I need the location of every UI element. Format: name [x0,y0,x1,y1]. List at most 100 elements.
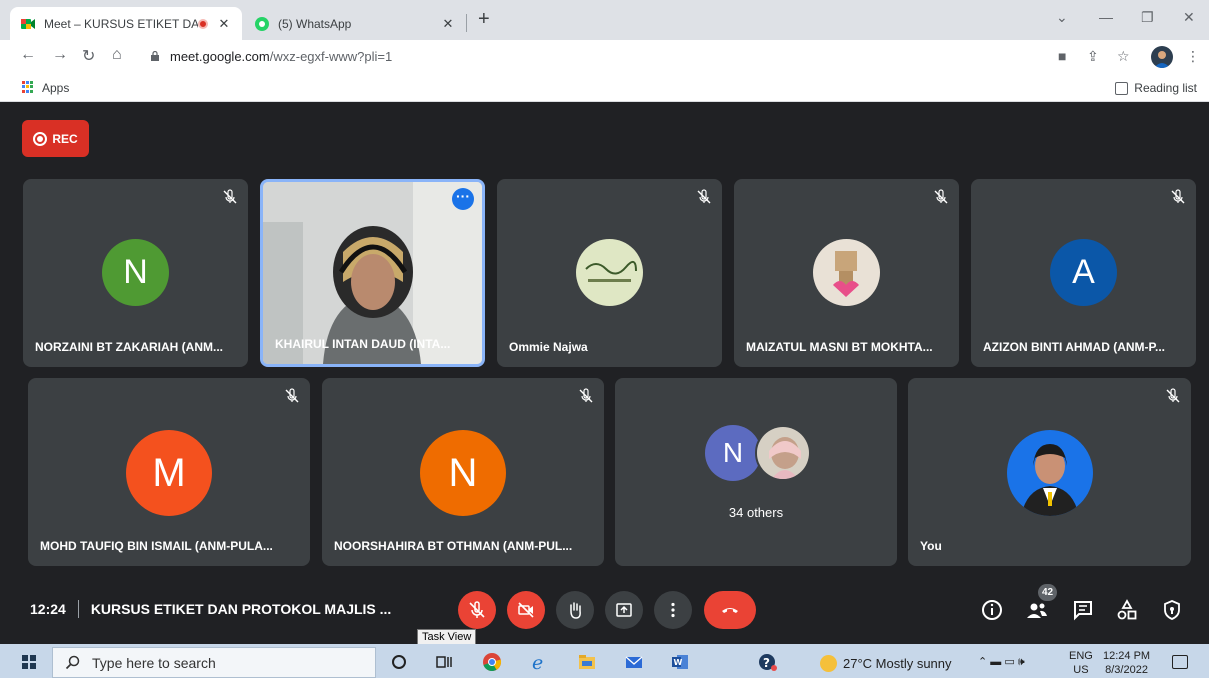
toggle-camera-button[interactable] [507,591,545,629]
edge-legacy-icon[interactable]: e [530,652,550,672]
cortana-icon[interactable] [389,652,409,672]
back-icon[interactable]: ← [20,46,36,64]
mic-off-icon [1166,388,1180,403]
minimize-icon[interactable]: — [1099,9,1113,25]
calligraphy-avatar-image [576,239,643,306]
participant-tile[interactable]: Ommie Najwa [497,179,722,367]
mail-icon[interactable] [624,652,644,672]
camera-off-icon [518,602,534,618]
weather-widget[interactable]: 27°C Mostly sunny [820,655,952,672]
new-tab-button[interactable]: + [478,8,490,31]
participant-tile[interactable]: MAIZATUL MASNI BT MOKHTA... [734,179,959,367]
chrome-icon[interactable] [482,652,502,672]
system-tray-icons[interactable]: ⌃ ▬ ▭ 🕪 [978,655,1025,669]
participant-name: KHAIRUL INTAN DAUD (INTA... [275,337,451,351]
input-language[interactable]: ENG US [1069,649,1093,677]
meeting-info-icon[interactable] [980,598,1004,622]
svg-text:W: W [674,658,683,667]
reload-icon[interactable]: ↻ [82,46,95,66]
tab-search-icon[interactable]: ⌄ [1056,9,1068,26]
task-view-tooltip: Task View [417,629,477,645]
reading-list-icon [1115,81,1129,95]
tab-whatsapp[interactable]: (5) WhatsApp ✕ [244,7,466,40]
svg-text:?: ? [763,656,770,670]
more-vert-icon [671,602,675,618]
others-tile[interactable]: N 34 others [615,378,897,566]
leave-call-button[interactable] [704,591,756,629]
windows-start-icon[interactable] [22,655,36,669]
avatar: M [126,430,212,516]
participant-tile[interactable]: N NORZAINI BT ZAKARIAH (ANM... [23,179,248,367]
avatar-letter: N [123,253,148,291]
participant-count-badge: 42 [1038,584,1057,601]
people-icon[interactable] [1025,598,1049,622]
meeting-time: 12:24 [30,601,66,617]
others-count-label: 34 others [728,505,784,520]
reading-list-label: Reading list [1134,81,1197,95]
taskbar-search-box[interactable]: Type here to search [52,647,376,678]
tab-close-button[interactable]: ✕ [216,16,232,32]
profile-photo-icon [1154,51,1170,68]
weather-text: 27°C Mostly sunny [843,656,952,671]
mic-off-icon [579,388,593,403]
participant-name: NOORSHAHIRA BT OTHMAN (ANM-PUL... [334,539,573,553]
avatar: N [420,430,506,516]
participant-tile[interactable]: N NOORSHAHIRA BT OTHMAN (ANM-PUL... [322,378,604,566]
profile-avatar[interactable] [1151,46,1173,68]
apps-bookmark[interactable]: Apps [42,81,69,95]
close-window-icon[interactable]: ✕ [1183,9,1195,26]
activities-icon[interactable] [1115,598,1139,622]
region-code: US [1073,664,1089,676]
lock-icon[interactable] [150,51,160,61]
self-tile[interactable]: You [908,378,1191,566]
participant-tile-active-speaker[interactable]: ··· KHAIRUL INTAN DAUD (INTA... [260,179,485,367]
browser-menu-icon[interactable]: ⋮ [1186,48,1200,65]
partly-sunny-icon [820,655,837,672]
participant-tile[interactable]: M MOHD TAUFIQ BIN ISMAIL (ANM-PULA... [28,378,310,566]
meeting-title: KURSUS ETIKET DAN PROTOKOL MAJLIS ... [90,601,392,617]
taskbar-clock[interactable]: 12:24 PM 8/3/2022 [1103,649,1150,677]
recording-badge[interactable]: REC [22,120,89,157]
rec-label: REC [52,131,78,146]
avatar: A [1050,239,1117,306]
share-icon[interactable]: ⇪ [1087,48,1099,65]
notification-center-icon[interactable] [1172,655,1188,669]
forward-icon[interactable]: → [52,46,68,64]
home-icon[interactable]: ⌂ [112,46,122,64]
recording-indicator-icon [198,18,208,29]
avatar [813,239,880,306]
tab-meet[interactable]: Meet – KURSUS ETIKET DAN ✕ [10,7,242,40]
restore-icon[interactable]: ❐ [1141,9,1154,26]
camera-in-use-icon[interactable]: ■ [1058,48,1066,64]
self-photo-icon [1007,430,1093,516]
bookmark-star-icon[interactable]: ☆ [1117,48,1130,65]
reading-list-button[interactable]: Reading list [1115,81,1197,95]
more-options-button[interactable] [654,591,692,629]
host-controls-shield-icon[interactable] [1160,598,1184,622]
participant-name: MOHD TAUFIQ BIN ISMAIL (ANM-PULA... [40,539,273,553]
box-figure-avatar-image [813,239,880,306]
toggle-mic-button[interactable] [458,591,496,629]
participant-tile[interactable]: A AZIZON BINTI AHMAD (ANM-P... [971,179,1196,367]
avatar [755,425,811,481]
whatsapp-favicon-icon [255,16,269,31]
present-screen-button[interactable] [605,591,643,629]
chat-icon[interactable] [1071,598,1095,622]
search-icon [65,655,80,670]
apps-grid-icon[interactable] [22,81,34,93]
tab-close-button[interactable]: ✕ [440,16,456,32]
raise-hand-button[interactable] [556,591,594,629]
address-bar[interactable]: meet.google.com/wxz-egxf-www?pli=1 [170,49,392,64]
help-app-icon[interactable]: ? [758,652,778,672]
meet-stage: REC N NORZAINI BT ZAKARIAH (ANM... ··· K… [0,103,1209,644]
mic-off-icon [697,189,711,204]
file-explorer-icon[interactable] [577,652,597,672]
avatar-letter: M [152,450,186,495]
record-icon [33,131,48,146]
mic-off-icon [469,601,485,618]
divider [77,600,79,618]
meeting-details: 12:24 KURSUS ETIKET DAN PROTOKOL MAJLIS … [30,600,391,618]
task-view-icon[interactable] [434,652,454,672]
word-icon[interactable]: W [670,652,690,672]
more-options-icon[interactable]: ··· [452,188,474,210]
